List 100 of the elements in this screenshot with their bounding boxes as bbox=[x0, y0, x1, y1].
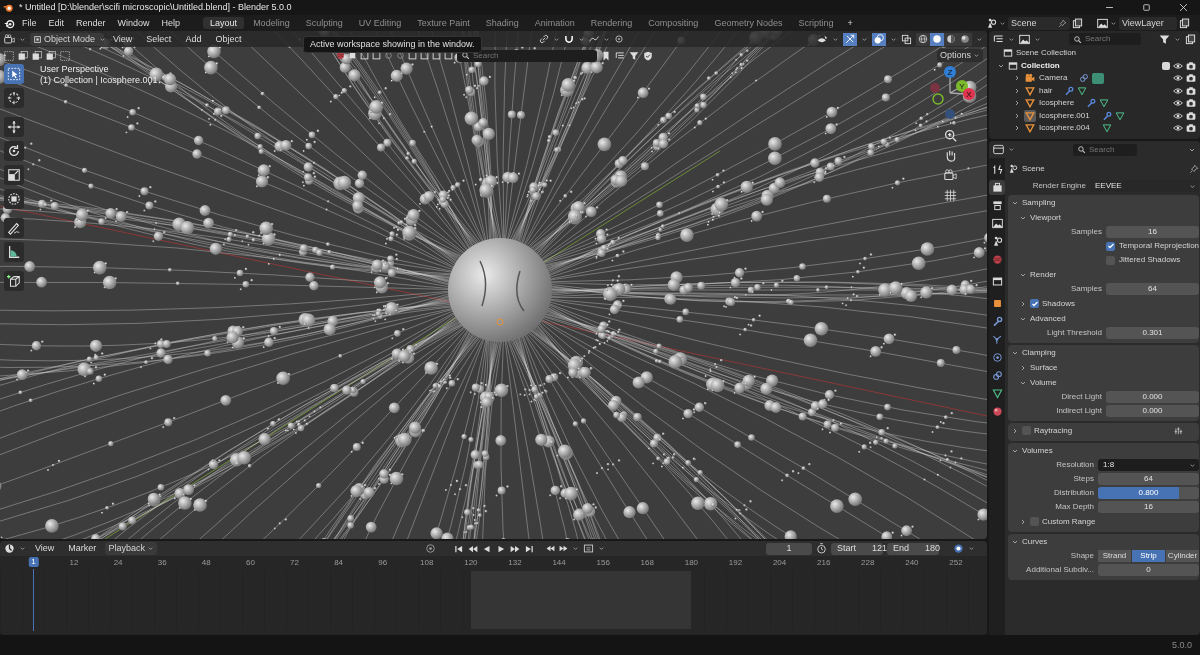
constraint-icon[interactable] bbox=[1079, 73, 1090, 84]
tool-button[interactable] bbox=[4, 141, 24, 161]
menu-item[interactable]: Edit bbox=[43, 17, 70, 29]
workspace-tab[interactable]: Modeling bbox=[246, 16, 297, 30]
search-field[interactable]: Search bbox=[457, 49, 597, 62]
panel-title[interactable]: Raytracing bbox=[1034, 425, 1073, 436]
chevron-icon[interactable] bbox=[1110, 19, 1117, 27]
chevron-icon[interactable] bbox=[1011, 426, 1019, 435]
square-icon[interactable] bbox=[360, 51, 369, 60]
add-workspace-button[interactable]: + bbox=[842, 17, 858, 29]
current-frame-field[interactable]: 1 bbox=[766, 542, 812, 555]
workspace-tab[interactable]: Sculpting bbox=[298, 16, 350, 30]
eye-arrow-icon[interactable] bbox=[817, 33, 828, 45]
menu-item[interactable]: Window bbox=[112, 17, 155, 29]
search-field[interactable]: Search bbox=[1069, 33, 1141, 45]
menu-item[interactable]: Marker bbox=[63, 543, 102, 554]
square-icon[interactable] bbox=[408, 51, 417, 60]
selection-mode-icon[interactable] bbox=[46, 50, 56, 61]
keying-icon[interactable] bbox=[953, 543, 964, 554]
panel-title[interactable]: Custom Range bbox=[1042, 516, 1096, 527]
chevron-icon[interactable] bbox=[1013, 86, 1021, 95]
eye-icon[interactable] bbox=[1173, 98, 1183, 109]
previous-key-icon[interactable] bbox=[467, 543, 478, 554]
eye-icon[interactable] bbox=[1173, 110, 1183, 121]
chevron-icon[interactable] bbox=[976, 35, 983, 43]
selection-mode-icon[interactable] bbox=[18, 50, 28, 61]
playhead[interactable]: 1 bbox=[28, 557, 39, 567]
jump-end-icon[interactable] bbox=[523, 543, 534, 554]
number-field[interactable]: 16 bbox=[1098, 501, 1200, 513]
square-icon[interactable] bbox=[420, 51, 429, 60]
camera-data-icon[interactable] bbox=[1092, 72, 1105, 84]
camera-icon[interactable] bbox=[943, 169, 957, 182]
pin-icon[interactable] bbox=[1189, 163, 1200, 174]
axis-handle[interactable]: Z bbox=[944, 66, 956, 78]
segment-button[interactable]: Strand bbox=[1098, 550, 1131, 562]
tree-item[interactable]: Icosphere.001 bbox=[1039, 110, 1090, 121]
eye-icon[interactable] bbox=[1173, 123, 1183, 134]
panel-title[interactable]: Shadows bbox=[1042, 298, 1075, 309]
checkbox-label[interactable]: Jittered Shadows bbox=[1119, 255, 1181, 265]
maximize-icon[interactable] bbox=[1141, 2, 1152, 13]
chevron-icon[interactable] bbox=[1019, 363, 1027, 372]
chevron-icon[interactable] bbox=[19, 35, 26, 43]
dropdown[interactable]: 1:8 bbox=[1098, 459, 1200, 471]
tree-item[interactable]: Icosphere.004 bbox=[1039, 123, 1090, 134]
triangle-icon[interactable] bbox=[1101, 123, 1112, 134]
panel-title[interactable]: Viewport bbox=[1030, 212, 1061, 223]
chevron-icon[interactable] bbox=[832, 35, 839, 43]
copy-icon[interactable] bbox=[1072, 17, 1083, 29]
search-field[interactable]: Search bbox=[1073, 143, 1137, 156]
bookmark-icon[interactable] bbox=[601, 50, 611, 61]
shading-button[interactable] bbox=[958, 32, 972, 46]
circle-icon[interactable] bbox=[396, 51, 405, 60]
blender-menu-icon[interactable] bbox=[4, 17, 15, 29]
workspace-tab[interactable]: Rendering bbox=[583, 16, 640, 30]
segment-button[interactable]: Strip bbox=[1132, 550, 1166, 562]
checkbox[interactable] bbox=[1162, 61, 1170, 70]
panel-title[interactable]: Surface bbox=[1030, 362, 1058, 373]
menu-item[interactable]: View bbox=[108, 33, 138, 45]
presets-icon[interactable] bbox=[1174, 425, 1185, 436]
curve-icon[interactable] bbox=[589, 34, 600, 44]
chevron-icon[interactable] bbox=[1008, 146, 1015, 153]
xray-icon[interactable] bbox=[901, 33, 912, 45]
tool-button[interactable] bbox=[4, 117, 24, 137]
slider-field[interactable]: 0.800 bbox=[1098, 487, 1200, 499]
panel-title[interactable]: Volumes bbox=[1022, 445, 1053, 456]
jump-start-icon[interactable] bbox=[453, 543, 464, 554]
panel-title[interactable]: Curves bbox=[1022, 536, 1048, 547]
search-input[interactable]: Search bbox=[1089, 144, 1133, 155]
number-field[interactable]: 0.000 bbox=[1106, 405, 1200, 417]
menu-item[interactable]: File bbox=[17, 17, 42, 29]
tool-button[interactable] bbox=[4, 165, 24, 185]
number-field[interactable]: 64 bbox=[1106, 283, 1200, 295]
chevron-icon[interactable] bbox=[890, 35, 897, 43]
workspace-tab[interactable]: UV Editing bbox=[351, 16, 409, 30]
chevron-icon[interactable] bbox=[968, 545, 975, 552]
workspace-tab[interactable]: Compositing bbox=[641, 16, 706, 30]
stopwatch-icon[interactable] bbox=[816, 543, 827, 554]
end-frame-field[interactable]: End 180 bbox=[887, 542, 939, 555]
number-field[interactable]: 0.301 bbox=[1106, 327, 1200, 339]
zoom-icon[interactable] bbox=[943, 129, 957, 142]
search-input[interactable]: Search bbox=[473, 50, 593, 61]
panel-title[interactable]: Render bbox=[1030, 269, 1057, 280]
properties-tab[interactable] bbox=[989, 216, 1005, 231]
magnet-icon[interactable] bbox=[564, 34, 575, 44]
square-icon[interactable] bbox=[444, 51, 453, 60]
camera-icon[interactable] bbox=[1186, 60, 1196, 71]
selection-mode-icon[interactable] bbox=[32, 50, 42, 61]
chevron-icon[interactable] bbox=[1013, 111, 1021, 120]
active-object-highlight[interactable] bbox=[1024, 109, 1036, 122]
filter-icon[interactable] bbox=[1159, 33, 1170, 45]
chevron-icon[interactable] bbox=[1174, 35, 1181, 43]
options-dropdown[interactable]: Options bbox=[936, 49, 983, 62]
square-icon[interactable] bbox=[432, 51, 441, 60]
name-field[interactable]: Scene bbox=[1008, 16, 1070, 30]
shading-button[interactable] bbox=[930, 32, 944, 46]
close-icon[interactable] bbox=[1178, 2, 1189, 13]
render-engine-dropdown[interactable]: EEVEE bbox=[1090, 180, 1200, 192]
square-icon[interactable] bbox=[348, 51, 357, 60]
record-icon[interactable] bbox=[424, 543, 436, 554]
pin-icon[interactable] bbox=[1058, 18, 1067, 28]
